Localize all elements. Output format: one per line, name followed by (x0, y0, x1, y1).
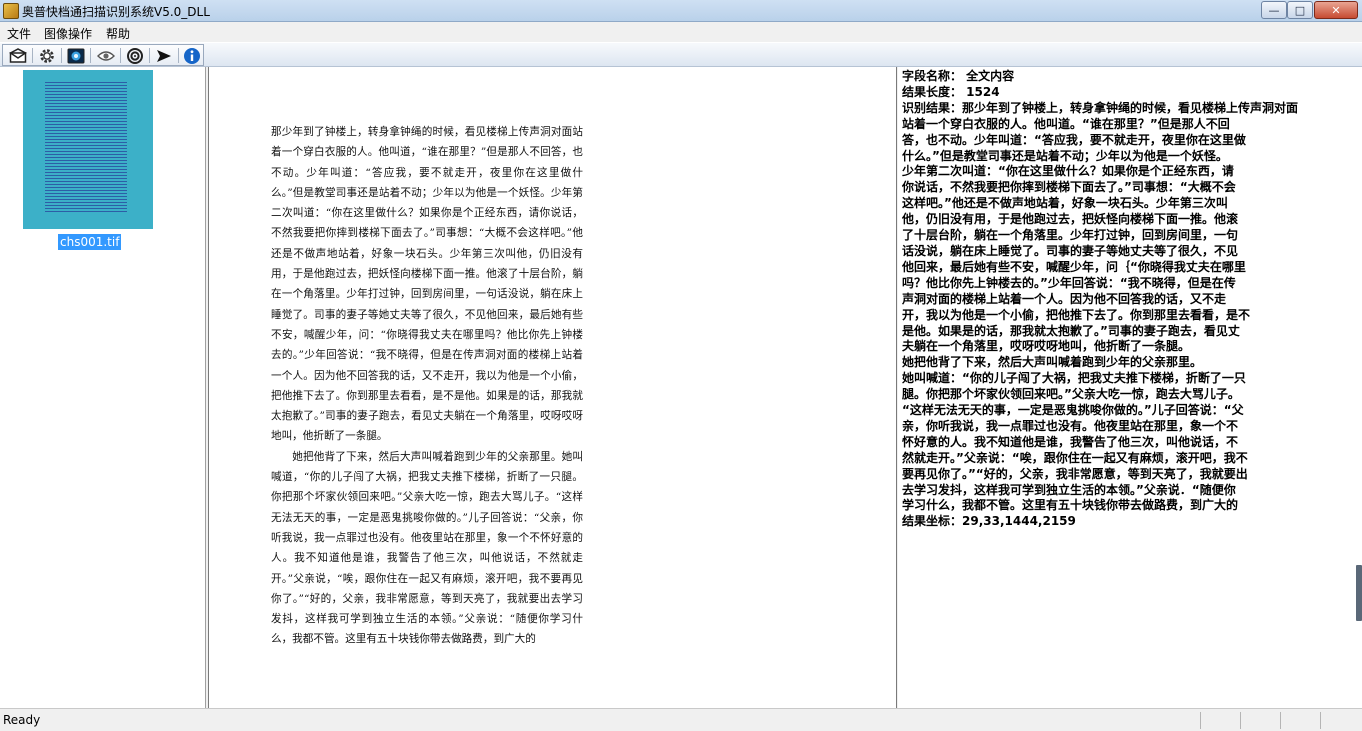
target-icon[interactable] (124, 47, 146, 65)
maximize-button[interactable]: □ (1287, 1, 1313, 19)
result-line: 识别结果：那少年到了钟楼上，转身拿钟绳的时候，看见楼梯上传声洞对面 (902, 100, 1299, 115)
recognition-result-text: 字段名称： 全文内容 结果长度： 1524 识别结果：那少年到了钟楼上，转身拿钟绳的… (902, 69, 1342, 530)
result-line: 这样吧。”他还是不做声地站着，好象一块石头。少年第三次叫 (902, 196, 1228, 211)
status-pane (1320, 712, 1321, 729)
thumbnail-panel: chs001.tif (0, 67, 206, 708)
result-line: 是他。如果是的话，那我就太抱歉了。”司事的妻子跑去，看见丈 (902, 323, 1240, 338)
minimize-button[interactable]: — (1261, 1, 1287, 19)
send-arrow-icon[interactable] (153, 47, 175, 65)
window-title: 奥普快档通扫描识别系统V5.0_DLL (22, 5, 210, 19)
status-bar: Ready (0, 708, 1362, 731)
toolbar-separator (120, 48, 121, 63)
result-line: 结果长度： 1524 (902, 84, 1000, 99)
result-line: 亲，你听我说，我一点罪过也没有。他夜里站在那里，象一个不 (902, 418, 1239, 433)
result-line: 开，我以为他是一个小偷，把他推下去了。你到那里去看看，是不 (902, 307, 1251, 322)
toolbar-group (2, 44, 204, 66)
status-pane (1200, 712, 1201, 729)
scanned-page-text: 那少年到了钟楼上，转身拿钟绳的时候，看见楼梯上传声洞对面站着一个穿白衣服的人。他… (271, 122, 583, 650)
app-icon (3, 3, 19, 19)
scrollbar-thumb[interactable] (1356, 565, 1362, 621)
close-button[interactable]: ✕ (1314, 1, 1358, 19)
result-line: 怀好意的人。我不知道他是谁，我警告了他三次，叫他说话，不 (902, 434, 1239, 449)
eye-icon[interactable] (95, 47, 117, 65)
result-line: 结果坐标：29,33,1444,2159 (902, 514, 1076, 529)
toolbar-separator (178, 48, 179, 63)
info-icon[interactable] (181, 47, 203, 65)
result-line: 了十层台阶，躺在一个角落里。少年打过钟，回到房间里，一句 (902, 228, 1239, 243)
toolbar-separator (32, 48, 33, 63)
gear-icon[interactable] (36, 47, 58, 65)
result-line: 声洞对面的楼梯上站着一个人。因为他不回答我的话，又不走 (902, 291, 1227, 306)
result-line: 去学习发抖，这样我可学到独立生活的本领。”父亲说．“随便你 (902, 482, 1236, 497)
result-line: 她把他背了下来，然后大声叫喊着跑到少年的父亲那里。 (902, 355, 1203, 370)
menu-help[interactable]: 帮助 (106, 25, 130, 42)
toolbar-separator (90, 48, 91, 63)
envelope-icon[interactable] (7, 47, 29, 65)
page-thumbnail[interactable] (23, 70, 153, 229)
document-view[interactable]: 那少年到了钟楼上，转身拿钟绳的时候，看见楼梯上传声洞对面站着一个穿白衣服的人。他… (208, 67, 897, 708)
result-line: 答，也不动。少年叫道：“答应我，要不就走开，夜里你在这里做 (902, 132, 1246, 147)
document-paragraph: 她把他背了下来，然后大声叫喊着跑到少年的父亲那里。她叫喊道，“你的儿子闯了大祸，… (271, 450, 583, 646)
result-line: 什么。”但是教堂司事还是站着不动；少年以为他是一个妖怪。 (902, 148, 1228, 163)
toolbar (0, 42, 1362, 67)
toolbar-separator (149, 48, 150, 63)
menu-bar: 文件 图像操作 帮助 (0, 22, 1362, 42)
result-line: 夫躺在一个角落里，哎呀哎呀地叫，他折断了一条腿。 (902, 339, 1191, 354)
result-line: 话没说，躺在床上睡觉了。司事的妻子等她丈夫等了很久，不见 (902, 243, 1239, 258)
title-bar: 奥普快档通扫描识别系统V5.0_DLL — □ ✕ (0, 0, 1362, 22)
result-line: 站着一个穿白衣服的人。他叫道。“谁在那里？”但是那人不回 (902, 116, 1230, 131)
image-icon[interactable] (65, 47, 87, 65)
status-pane (1280, 712, 1281, 729)
result-line: 他，仍旧没有用，于是他跑过去，把妖怪向楼梯下面一推。他滚 (902, 212, 1239, 227)
thumbnail-page-preview (45, 82, 127, 212)
result-line: 要再见你了。”“好的，父亲，我非常愿意，等到天亮了，我就要出 (902, 466, 1248, 481)
result-line: “这样无法无天的事，一定是恶鬼挑唆你做的。”儿子回答说：“父 (902, 403, 1244, 418)
status-pane (1240, 712, 1241, 729)
result-line: 然就走开。”父亲说：“唉，跟你住在一起又有麻烦，滚开吧，我不 (902, 450, 1248, 465)
menu-file[interactable]: 文件 (7, 25, 31, 42)
status-text: Ready (3, 713, 41, 727)
menu-image-operations[interactable]: 图像操作 (44, 25, 92, 42)
result-line: 吗？他比你先上钟楼去的。”少年回答说：“我不晓得，但是在传 (902, 275, 1236, 290)
toolbar-separator (61, 48, 62, 63)
result-line: 少年第二次叫道：“你在这里做什么？如果你是个正经东西，请 (902, 164, 1234, 179)
result-line: 字段名称： 全文内容 (902, 69, 1015, 83)
result-line: 学习什么，我都不管。这里有五十块钱你带去做路费，到广大的 (902, 498, 1239, 513)
thumbnail-filename[interactable]: chs001.tif (58, 234, 122, 250)
result-line: 她叫喊道：“你的儿子闯了大祸，把我丈夫推下楼梯，折断了一只 (902, 371, 1246, 386)
result-line: 腿。你把那个坏家伙领回来吧。”父亲大吃一惊，跑去大骂儿子。 (902, 387, 1240, 402)
document-paragraph: 那少年到了钟楼上，转身拿钟绳的时候，看见楼梯上传声洞对面站着一个穿白衣服的人。他… (271, 126, 583, 443)
recognition-result-panel[interactable]: 字段名称： 全文内容 结果长度： 1524 识别结果：那少年到了钟楼上，转身拿钟绳的… (898, 67, 1362, 708)
result-line: 他回来，最后她有些不安，喊醒少年，问｛“你晓得我丈夫在哪里 (902, 259, 1246, 274)
result-line: 你说话，不然我要把你摔到楼梯下面去了。”司事想：“大概不会 (902, 180, 1236, 195)
